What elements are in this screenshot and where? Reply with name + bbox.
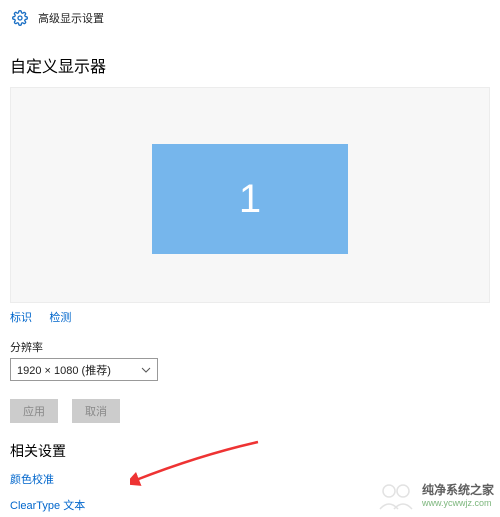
section-related-title: 相关设置	[10, 441, 490, 461]
content-area: 自定义显示器 1 标识 检测 分辨率 1920 × 1080 (推荐) 应用 取…	[0, 37, 500, 517]
monitor-number: 1	[239, 177, 261, 222]
apply-button[interactable]: 应用	[10, 399, 58, 423]
cancel-button[interactable]: 取消	[72, 399, 120, 423]
display-arrangement-box[interactable]: 1	[10, 87, 490, 303]
gear-icon	[12, 10, 28, 26]
resolution-value: 1920 × 1080 (推荐)	[17, 362, 111, 378]
button-row: 应用 取消	[10, 399, 490, 423]
chevron-down-icon	[141, 365, 151, 375]
display-action-links: 标识 检测	[10, 309, 490, 325]
monitor-1[interactable]: 1	[152, 144, 348, 254]
resolution-label: 分辨率	[10, 339, 490, 355]
window-header: 高级显示设置	[0, 0, 500, 37]
cleartype-link[interactable]: ClearType 文本	[10, 497, 490, 513]
section-custom-display-title: 自定义显示器	[10, 53, 490, 77]
identify-link[interactable]: 标识	[10, 312, 32, 324]
detect-link[interactable]: 检测	[49, 312, 71, 324]
color-calibrate-link[interactable]: 颜色校准	[10, 471, 490, 487]
window-title: 高级显示设置	[38, 10, 104, 26]
resolution-select[interactable]: 1920 × 1080 (推荐)	[10, 358, 158, 381]
